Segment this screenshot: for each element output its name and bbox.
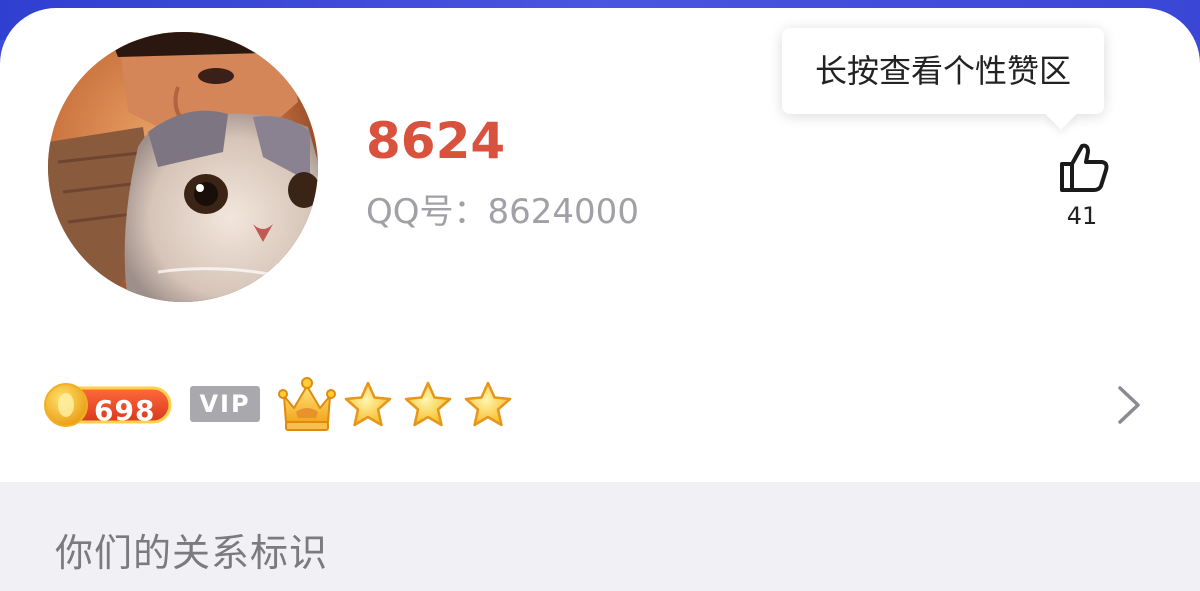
star-icon bbox=[464, 381, 512, 427]
section-title: 你们的关系标识 bbox=[55, 531, 329, 575]
crown-icon bbox=[278, 377, 336, 431]
star-icon bbox=[344, 381, 392, 427]
tooltip: 长按查看个性赞区 bbox=[782, 28, 1104, 114]
coin-value: 698 bbox=[94, 394, 156, 427]
coin-badge: 698 bbox=[44, 382, 172, 428]
thumbs-up-icon bbox=[1060, 143, 1109, 192]
like-count: 41 bbox=[1066, 202, 1098, 230]
chevron-right-icon[interactable] bbox=[1112, 382, 1146, 428]
star-icon bbox=[404, 381, 452, 427]
nickname: 8624 bbox=[366, 112, 506, 170]
badge-row[interactable]: 698 VIP bbox=[44, 374, 544, 438]
like-button[interactable] bbox=[1052, 138, 1112, 198]
avatar[interactable] bbox=[48, 32, 318, 302]
vip-badge: VIP bbox=[190, 386, 260, 422]
qq-number: QQ号：8624000 bbox=[366, 192, 639, 232]
tooltip-text: 长按查看个性赞区 bbox=[782, 28, 1104, 114]
